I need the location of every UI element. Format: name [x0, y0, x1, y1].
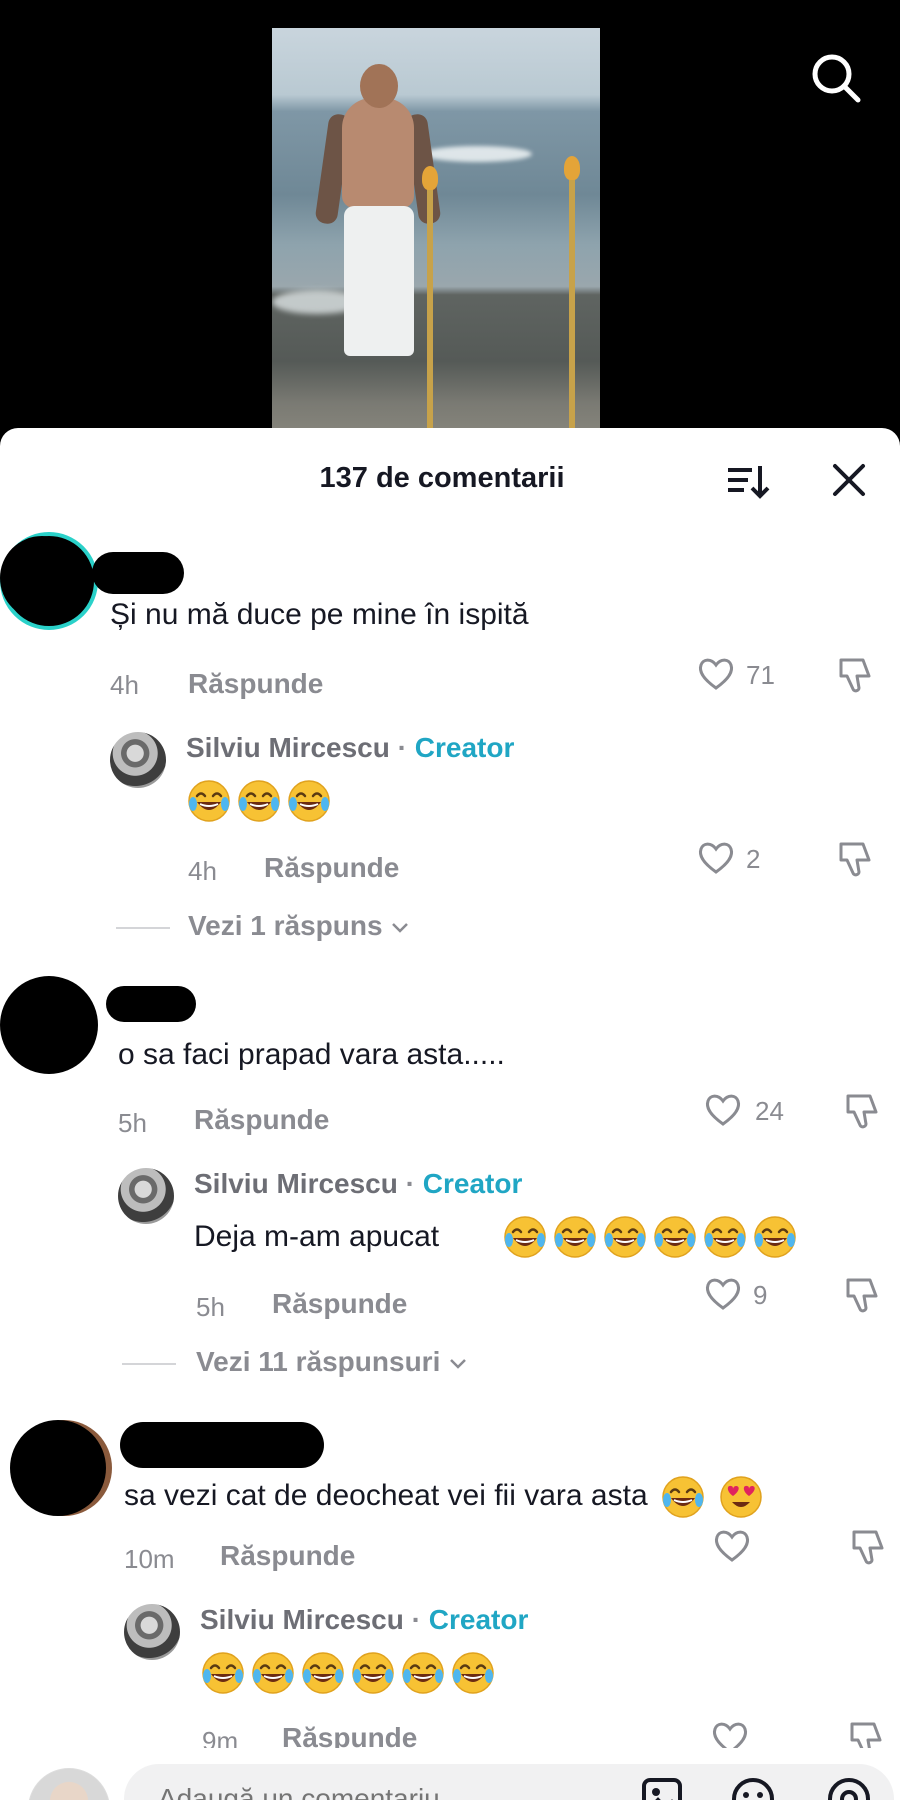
dislike-icon[interactable] — [842, 1090, 884, 1132]
emoji-row — [200, 1650, 496, 1696]
chevron-down-icon — [450, 1359, 467, 1369]
creator-name[interactable]: Silviu Mircescu — [186, 732, 390, 763]
creator-name-line: Silviu Mircescu · Creator — [194, 1168, 522, 1200]
reply-time: 4h — [188, 856, 217, 886]
laughing-emoji — [286, 778, 332, 824]
close-icon — [833, 464, 865, 496]
comments-header: 137 de comentarii — [0, 428, 900, 528]
video-player[interactable] — [0, 0, 900, 445]
like-count: 24 — [755, 1096, 784, 1126]
username-redacted — [106, 986, 196, 1022]
avatar[interactable] — [10, 1420, 106, 1516]
laughing-emoji — [660, 1474, 706, 1520]
search-button[interactable] — [808, 50, 864, 106]
reply-button[interactable]: Răspunde — [220, 1540, 355, 1572]
search-icon — [812, 54, 861, 103]
name-separator: · — [405, 1168, 415, 1199]
laughing-emoji — [602, 1214, 648, 1260]
view-replies-label: Vezi 11 răspunsuri — [196, 1346, 441, 1377]
laughing-emoji — [200, 1650, 246, 1696]
view-replies-button[interactable]: Vezi 11 răspunsuri — [196, 1346, 468, 1378]
creator-badge: Creator — [428, 1604, 529, 1635]
video-thumbnail — [272, 28, 600, 445]
heart-icon[interactable] — [696, 838, 736, 878]
comment-text: o sa faci prapad vara asta..... — [118, 1038, 505, 1071]
comment-time: 10m — [124, 1544, 175, 1574]
creator-badge: Creator — [422, 1168, 523, 1199]
reply-button[interactable]: Răspunde — [272, 1288, 407, 1320]
name-separator: · — [411, 1604, 421, 1635]
like-count: 71 — [746, 660, 775, 690]
reply-button[interactable]: Răspunde — [194, 1104, 329, 1136]
laughing-emoji — [350, 1650, 396, 1696]
laughing-emoji — [300, 1650, 346, 1696]
reply-button[interactable]: Răspunde — [264, 852, 399, 884]
dislike-icon[interactable] — [835, 838, 877, 880]
creator-reply-text: Deja m-am apucat — [194, 1220, 440, 1253]
view-replies-label: Vezi 1 răspuns — [188, 910, 383, 941]
like-count: 9 — [753, 1280, 768, 1310]
creator-name-line: Silviu Mircescu · Creator — [200, 1604, 528, 1636]
comment-text: sa vezi cat de deocheat vei fii vara ast… — [124, 1474, 764, 1520]
sort-button[interactable] — [722, 458, 772, 508]
dislike-icon[interactable] — [835, 654, 877, 696]
emoji-row — [502, 1214, 798, 1260]
divider — [116, 927, 170, 929]
emoji-row — [186, 778, 332, 824]
laughing-emoji — [552, 1214, 598, 1260]
creator-avatar[interactable] — [110, 732, 166, 788]
image-icon[interactable] — [640, 1776, 684, 1800]
user-avatar[interactable] — [28, 1768, 110, 1800]
username-redacted — [92, 552, 184, 594]
creator-name[interactable]: Silviu Mircescu — [194, 1168, 398, 1199]
laughing-emoji — [752, 1214, 798, 1260]
creator-name-line: Silviu Mircescu · Creator — [186, 732, 514, 764]
comment-input[interactable] — [124, 1764, 894, 1800]
heart-icon[interactable] — [712, 1526, 752, 1566]
reply-time: 5h — [196, 1292, 225, 1322]
dislike-icon[interactable] — [848, 1526, 890, 1568]
comment-time: 5h — [118, 1108, 147, 1138]
comment-text: Și nu mă duce pe mine în ispită — [110, 598, 529, 631]
sort-icon — [728, 466, 770, 499]
comments-sheet: 137 de comentarii Și nu mă duce pe mine … — [0, 428, 900, 1800]
creator-avatar[interactable] — [124, 1604, 180, 1660]
creator-name[interactable]: Silviu Mircescu — [200, 1604, 404, 1635]
view-replies-button[interactable]: Vezi 1 răspuns — [188, 910, 410, 942]
heart-icon[interactable] — [703, 1090, 743, 1130]
emoji-icon[interactable] — [730, 1776, 776, 1800]
laughing-emoji — [450, 1650, 496, 1696]
heart-icon[interactable] — [696, 654, 736, 694]
mention-icon[interactable] — [826, 1776, 872, 1800]
laughing-emoji — [652, 1214, 698, 1260]
creator-avatar[interactable] — [118, 1168, 174, 1224]
divider — [122, 1363, 176, 1365]
heart-icon[interactable] — [703, 1274, 743, 1314]
comment-input-bar — [0, 1748, 900, 1800]
close-button[interactable] — [825, 456, 873, 504]
laughing-emoji — [400, 1650, 446, 1696]
dislike-icon[interactable] — [842, 1274, 884, 1316]
name-separator: · — [397, 732, 407, 763]
like-count: 2 — [746, 844, 761, 874]
creator-badge: Creator — [414, 732, 515, 763]
laughing-emoji — [236, 778, 282, 824]
heart-eyes-emoji — [718, 1474, 764, 1520]
laughing-emoji — [502, 1214, 548, 1260]
laughing-emoji — [186, 778, 232, 824]
comment-time: 4h — [110, 670, 139, 700]
laughing-emoji — [250, 1650, 296, 1696]
username-redacted — [120, 1422, 324, 1468]
laughing-emoji — [702, 1214, 748, 1260]
reply-button[interactable]: Răspunde — [188, 668, 323, 700]
chevron-down-icon — [392, 923, 409, 933]
avatar[interactable] — [0, 976, 98, 1074]
